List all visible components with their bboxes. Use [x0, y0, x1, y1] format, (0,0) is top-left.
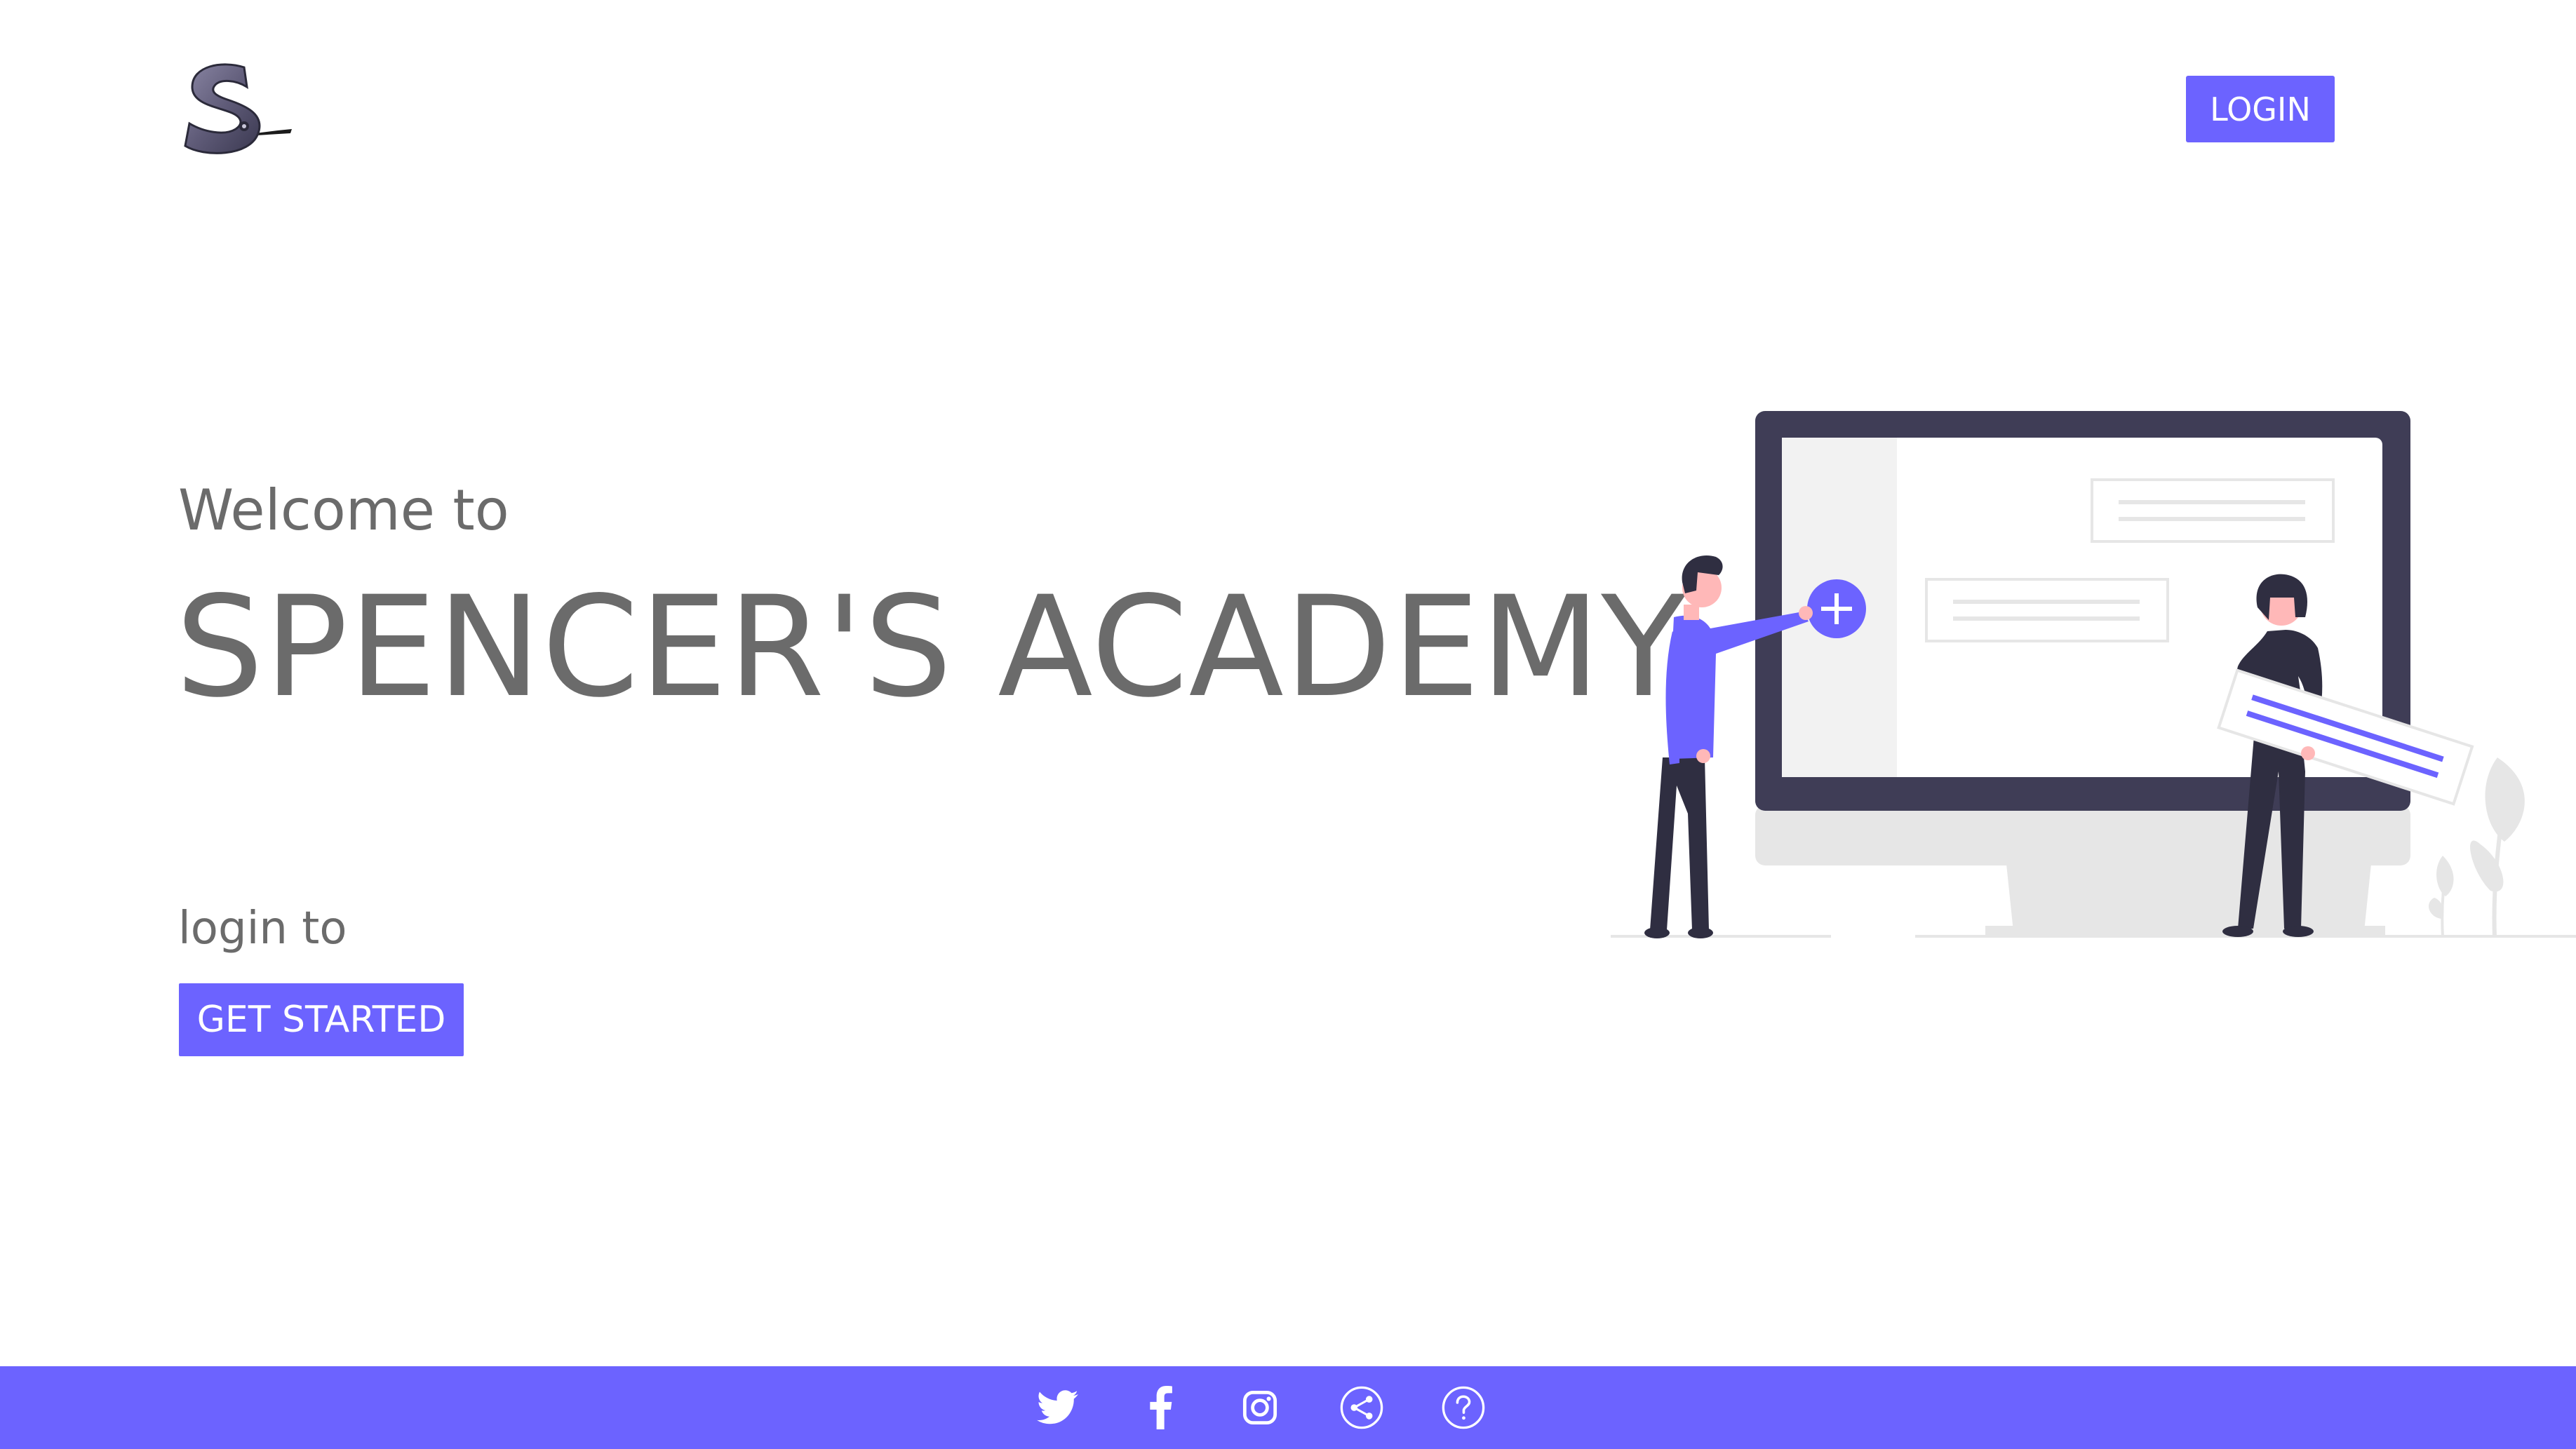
- welcome-text: Welcome to: [178, 478, 509, 543]
- footer-bar: [0, 1366, 2576, 1449]
- facebook-link[interactable]: [1135, 1366, 1186, 1449]
- landing-page: LOGIN Welcome to SPENCER'S ACADEMY login…: [0, 0, 2576, 1449]
- get-started-button[interactable]: GET STARTED: [179, 983, 464, 1056]
- brand-logo[interactable]: [180, 59, 299, 157]
- help-link[interactable]: [1438, 1366, 1489, 1449]
- twitter-link[interactable]: [1033, 1366, 1083, 1449]
- share-icon: [1340, 1386, 1383, 1429]
- help-icon: [1442, 1386, 1485, 1429]
- monitor-with-people-illustration-icon: [1611, 411, 2576, 938]
- share-link[interactable]: [1336, 1366, 1387, 1449]
- login-button[interactable]: LOGIN: [2186, 76, 2335, 142]
- brand-s-logo-icon: [184, 63, 292, 154]
- login-prompt: login to: [178, 903, 347, 955]
- facebook-icon: [1150, 1386, 1172, 1429]
- page-title: SPENCER'S ACADEMY: [175, 566, 1687, 728]
- instagram-icon: [1242, 1390, 1277, 1425]
- twitter-icon: [1037, 1390, 1078, 1424]
- instagram-link[interactable]: [1235, 1366, 1285, 1449]
- hero-illustration: [1606, 407, 2576, 940]
